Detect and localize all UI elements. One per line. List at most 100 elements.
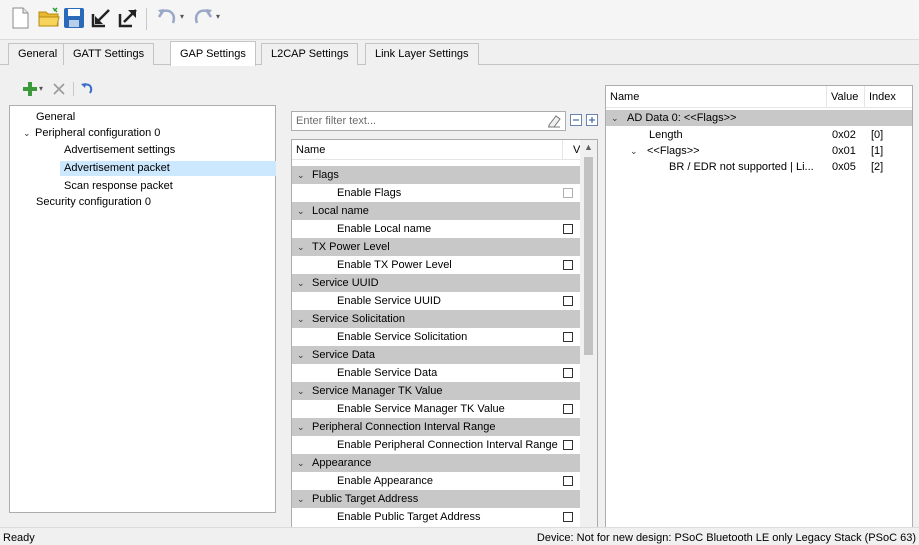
chevron-down-icon[interactable]: ⌄: [297, 454, 309, 472]
delete-icon[interactable]: [52, 81, 66, 97]
table-header: Name Value Index: [606, 86, 912, 108]
row-name: Length: [649, 129, 683, 141]
list-group-service-manager-tk-value[interactable]: ⌄ Service Manager TK Value: [292, 382, 582, 400]
collapse-all-icon[interactable]: [570, 114, 582, 126]
undo-icon[interactable]: [155, 6, 179, 30]
tab-gap-settings[interactable]: GAP Settings: [170, 41, 256, 66]
chevron-down-icon[interactable]: ⌄: [297, 346, 309, 364]
list-item-enable-appearance: Enable Appearance: [292, 472, 582, 490]
chevron-down-icon[interactable]: ⌄: [297, 238, 309, 256]
enable-service-uuid-checkbox[interactable]: [563, 296, 573, 306]
group-label: Flags: [312, 169, 339, 181]
redo-dropdown-icon[interactable]: ▾: [216, 12, 220, 21]
enable-tx-power-level-checkbox[interactable]: [563, 260, 573, 270]
column-header-name[interactable]: Name: [606, 86, 827, 108]
export-icon[interactable]: [116, 6, 140, 30]
tree-item-peripheral-configuration[interactable]: ⌄ Peripheral configuration 0: [23, 126, 160, 141]
gap-settings-content: ▾ General ⌄ Peripheral configuration 0 Ad…: [0, 65, 919, 545]
vertical-scroll-thumb[interactable]: [584, 157, 593, 355]
item-label: Enable Public Target Address: [337, 511, 481, 523]
tree-item-label: Peripheral configuration 0: [35, 127, 161, 139]
chevron-down-icon[interactable]: ⌄: [297, 274, 309, 292]
list-group-appearance[interactable]: ⌄ Appearance: [292, 454, 582, 472]
group-label: Appearance: [312, 457, 372, 469]
tree-item-security-configuration[interactable]: Security configuration 0: [36, 195, 151, 210]
tab-link-layer-settings[interactable]: Link Layer Settings: [365, 43, 479, 65]
chevron-down-icon[interactable]: ⌄: [611, 110, 623, 126]
chevron-down-icon[interactable]: ⌄: [630, 143, 642, 159]
row-name: BR / EDR not supported | Li...: [669, 161, 814, 173]
item-label: Enable Service Data: [337, 367, 438, 379]
list-group-service-solicitation[interactable]: ⌄ Service Solicitation: [292, 310, 582, 328]
row-name: AD Data 0: <<Flags>>: [627, 112, 737, 124]
column-header-name[interactable]: Name: [296, 144, 325, 156]
import-icon[interactable]: [89, 6, 113, 30]
table-row-length[interactable]: Length 0x02 [0]: [606, 127, 912, 143]
item-label: Enable Service Manager TK Value: [337, 403, 505, 415]
group-label: Service Manager TK Value: [312, 385, 443, 397]
save-icon[interactable]: [62, 6, 86, 30]
settings-tabs: General GATT Settings GAP Settings L2CAP…: [0, 41, 919, 66]
list-group-public-target-address[interactable]: ⌄ Public Target Address: [292, 490, 582, 508]
row-value: 0x05: [832, 161, 856, 173]
list-group-service-uuid[interactable]: ⌄ Service UUID: [292, 274, 582, 292]
tree-item-label: Security configuration 0: [36, 196, 151, 208]
list-item-enable-service-manager-tk-value: Enable Service Manager TK Value: [292, 400, 582, 418]
new-file-icon[interactable]: [8, 6, 32, 30]
tab-l2cap-settings[interactable]: L2CAP Settings: [261, 43, 359, 65]
expand-all-icon[interactable]: [586, 114, 598, 126]
table-row-ad-data[interactable]: ⌄ AD Data 0: <<Flags>>: [606, 110, 912, 126]
chevron-down-icon[interactable]: ⌄: [297, 166, 309, 184]
enable-appearance-checkbox[interactable]: [563, 476, 573, 486]
open-folder-icon[interactable]: [37, 6, 61, 30]
chevron-down-icon[interactable]: ⌄: [297, 418, 309, 436]
tab-general[interactable]: General: [8, 43, 68, 65]
add-icon[interactable]: [22, 81, 38, 97]
enable-service-data-checkbox[interactable]: [563, 368, 573, 378]
list-item-enable-service-uuid: Enable Service UUID: [292, 292, 582, 310]
column-header-value[interactable]: Value: [827, 86, 865, 108]
list-group-tx-power-level[interactable]: ⌄ TX Power Level: [292, 238, 582, 256]
tree-item-advertisement-settings[interactable]: Advertisement settings: [64, 143, 175, 158]
tree-item-general[interactable]: General: [36, 110, 75, 125]
add-dropdown-icon[interactable]: ▾: [39, 84, 43, 93]
group-label: Service Solicitation: [312, 313, 405, 325]
enable-local-name-checkbox[interactable]: [563, 224, 573, 234]
tree-toolbar-separator: [73, 82, 74, 96]
chevron-down-icon[interactable]: ⌄: [297, 310, 309, 328]
table-row-flags-value[interactable]: BR / EDR not supported | Li... 0x05 [2]: [606, 159, 912, 175]
undo-dropdown-icon[interactable]: ▾: [180, 12, 184, 21]
list-group-peripheral-connection-interval-range[interactable]: ⌄ Peripheral Connection Interval Range: [292, 418, 582, 436]
row-index: [1]: [871, 145, 884, 157]
enable-flags-checkbox[interactable]: [563, 188, 573, 198]
scroll-up-icon[interactable]: ▲: [584, 142, 593, 152]
tree-item-advertisement-packet[interactable]: Advertisement packet: [60, 161, 276, 176]
enable-public-target-address-checkbox[interactable]: [563, 512, 573, 522]
list-item-enable-local-name: Enable Local name: [292, 220, 582, 238]
clear-filter-icon[interactable]: [547, 114, 561, 128]
redo-icon[interactable]: [191, 6, 215, 30]
enable-service-manager-tk-value-checkbox[interactable]: [563, 404, 573, 414]
item-label: Enable Peripheral Connection Interval Ra…: [337, 439, 558, 451]
chevron-down-icon[interactable]: ⌄: [297, 382, 309, 400]
chevron-down-icon[interactable]: ⌄: [23, 126, 35, 141]
device-status: Device: Not for new design: PSoC Bluetoo…: [536, 532, 916, 544]
toolbar-separator: [146, 8, 147, 30]
chevron-down-icon[interactable]: ⌄: [297, 490, 309, 508]
list-header: Name V: [292, 140, 582, 160]
reset-icon[interactable]: [79, 81, 95, 97]
tab-gatt-settings[interactable]: GATT Settings: [63, 43, 155, 65]
list-group-flags[interactable]: ⌄ Flags: [292, 166, 582, 184]
group-label: TX Power Level: [312, 241, 390, 253]
column-header-index[interactable]: Index: [865, 86, 912, 108]
chevron-down-icon[interactable]: ⌄: [297, 202, 309, 220]
table-row-flags[interactable]: ⌄ <<Flags>> 0x01 [1]: [606, 143, 912, 159]
filter-input[interactable]: Enter filter text...: [291, 111, 566, 131]
tree-item-scan-response-packet[interactable]: Scan response packet: [64, 179, 173, 194]
enable-service-solicitation-checkbox[interactable]: [563, 332, 573, 342]
ad-types-list: Name V ⌄ Flags Enable Flags ⌄ Local name E…: [291, 139, 598, 545]
list-group-service-data[interactable]: ⌄ Service Data: [292, 346, 582, 364]
enable-peripheral-connection-interval-range-checkbox[interactable]: [563, 440, 573, 450]
vertical-scrollbar[interactable]: ▲ ▼: [580, 140, 597, 545]
list-group-local-name[interactable]: ⌄ Local name: [292, 202, 582, 220]
